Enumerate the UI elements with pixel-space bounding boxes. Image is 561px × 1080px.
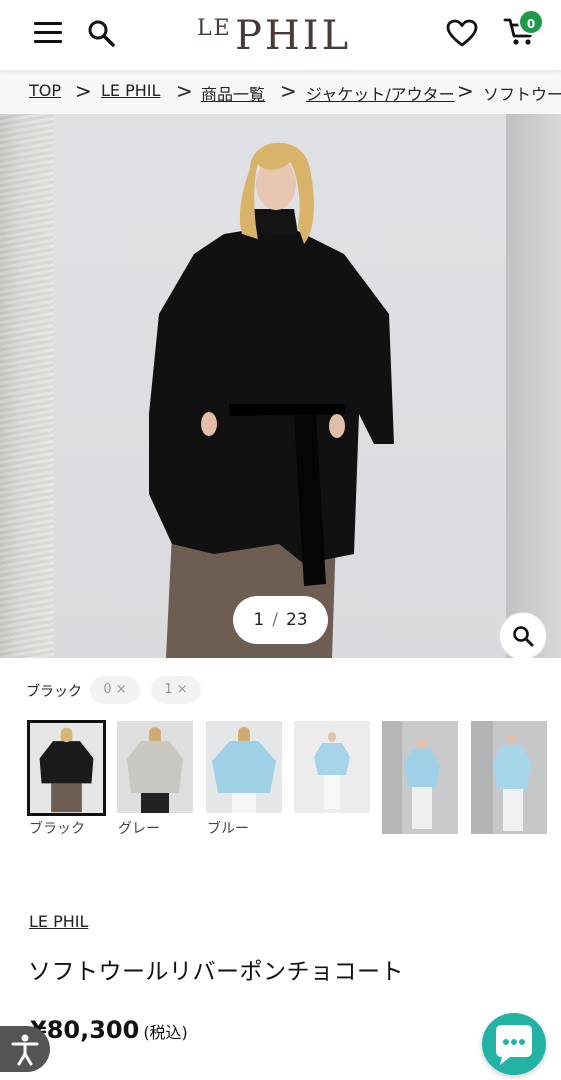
logo-phil: PHIL — [235, 13, 352, 59]
thumbnail-gray[interactable] — [117, 721, 193, 813]
search-icon[interactable] — [86, 18, 116, 48]
chat-bubble-icon — [496, 1025, 532, 1065]
chat-button[interactable] — [482, 1013, 546, 1075]
breadcrumb-separator: > — [280, 79, 297, 103]
current-image-index: 1 — [253, 610, 265, 630]
total-image-count: 23 — [285, 610, 308, 630]
thumbnail-image — [382, 721, 458, 834]
zoom-icon — [513, 626, 534, 647]
product-brand-link[interactable]: LE PHIL — [29, 912, 88, 931]
accessibility-icon — [11, 1034, 39, 1066]
qty-chip[interactable]: 1 × — [151, 676, 201, 704]
thumbnail-image — [471, 721, 547, 834]
thumbnail-label: グレー — [118, 821, 160, 837]
qty-chip-value: 0 — [103, 682, 112, 697]
breadcrumb-product-list[interactable]: 商品一覧 — [201, 81, 265, 105]
thumbnail-image — [294, 721, 370, 813]
logo-le: LE — [197, 16, 232, 41]
thumbnail-look[interactable] — [294, 721, 370, 813]
image-counter: 1 / 23 — [233, 596, 328, 644]
previous-image-peek[interactable] — [0, 114, 54, 658]
accessibility-button[interactable] — [0, 1026, 50, 1072]
thumbnail-black[interactable] — [27, 720, 106, 816]
counter-slash: / — [272, 610, 278, 630]
breadcrumb-brand[interactable]: LE PHIL — [101, 81, 160, 100]
thumbnail-image — [206, 721, 282, 813]
breadcrumb-top[interactable]: TOP — [29, 81, 61, 100]
tax-note: (税込) — [143, 1023, 188, 1042]
product-title: ソフトウールリバーポンチョコート — [28, 959, 404, 985]
remove-icon: × — [176, 682, 188, 697]
thumbnail-label: ブルー — [207, 821, 249, 837]
next-image-peek[interactable] — [506, 114, 561, 658]
product-price: ¥80,300 (税込) — [30, 1016, 188, 1044]
menu-icon[interactable] — [34, 21, 62, 45]
site-header: LE PHIL 0 — [0, 0, 561, 70]
cart-count-badge: 0 — [518, 9, 544, 35]
breadcrumb-separator: > — [176, 79, 193, 103]
breadcrumb-category[interactable]: ジャケット/アウター — [306, 81, 455, 105]
breadcrumb-separator: > — [457, 79, 474, 103]
color-selection-row: ブラック 0 × 1 × — [0, 672, 561, 708]
model-wearing-coat-image — [149, 142, 394, 658]
selected-color-label: ブラック — [26, 684, 82, 700]
qty-chip[interactable]: 0 × — [90, 676, 140, 704]
breadcrumb: TOP > LE PHIL > 商品一覧 > ジャケット/アウター > ソフトウ… — [0, 70, 561, 114]
product-image-gallery[interactable]: 1 / 23 — [0, 114, 561, 658]
breadcrumb-current: ソフトウール — [483, 85, 561, 104]
product-main-image[interactable] — [54, 114, 506, 658]
remove-icon: × — [115, 682, 127, 697]
thumbnail-label: ブラック — [29, 821, 85, 837]
qty-chip-value: 1 — [164, 682, 173, 697]
breadcrumb-separator: > — [75, 79, 92, 103]
color-thumbnail-strip: ブラック グレー ブルー — [0, 718, 561, 848]
favorite-heart-icon[interactable] — [446, 18, 478, 48]
site-logo[interactable]: LE PHIL — [195, 8, 370, 58]
thumbnail-blue[interactable] — [206, 721, 282, 813]
thumbnail-look[interactable] — [471, 721, 547, 834]
thumbnail-image — [117, 721, 193, 813]
thumbnail-look[interactable] — [382, 721, 458, 834]
thumbnail-image — [30, 723, 103, 813]
zoom-button[interactable] — [499, 612, 547, 658]
